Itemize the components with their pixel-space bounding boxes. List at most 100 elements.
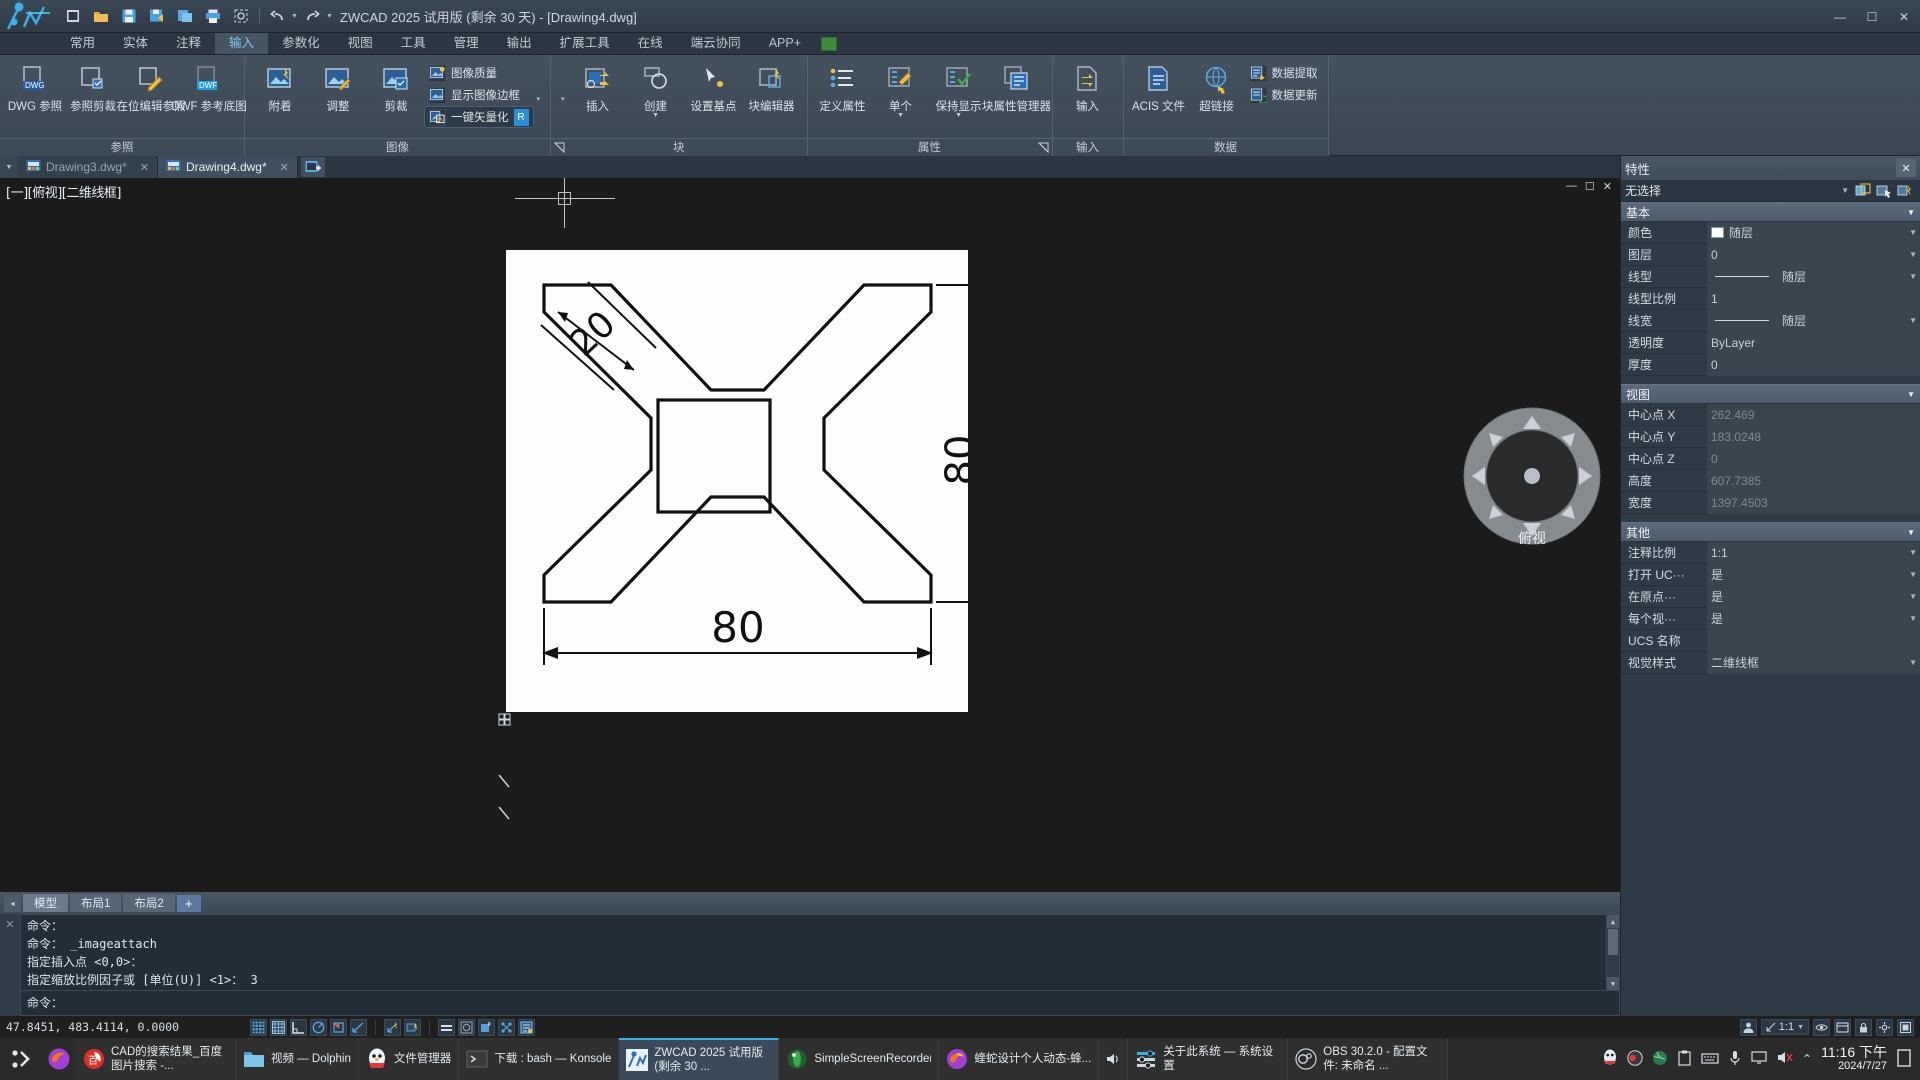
layout-tab-bar[interactable]: ◂ 模型 布局1 布局2 +	[0, 892, 1620, 914]
ribbon-tab-8[interactable]: 输出	[493, 33, 546, 54]
taskbar-item-1[interactable]: 视频 — Dolphin	[236, 1038, 359, 1080]
ribbon-small-button-data-update[interactable]: 数据更新	[1246, 85, 1322, 105]
viewport-close[interactable]: ✕	[1603, 180, 1612, 193]
qq-tray-icon[interactable]	[1602, 1049, 1618, 1069]
ribbon-button-hyperlink[interactable]: 超链接	[1188, 59, 1246, 113]
new-document-button[interactable]	[300, 157, 325, 177]
ribbon-tab-0[interactable]: 常用	[56, 33, 109, 54]
scroll-down-icon[interactable]: ▼	[1607, 977, 1619, 990]
annotation-monitor-icon[interactable]	[518, 1018, 535, 1036]
redo-icon[interactable]	[300, 4, 326, 28]
ribbon-tab-6[interactable]: 工具	[387, 33, 440, 54]
viewport-controls[interactable]: — ☐ ✕	[1566, 180, 1612, 193]
group-collapse-icon[interactable]: ▼	[1907, 528, 1915, 537]
property-value[interactable]: 是 ▼	[1707, 607, 1920, 630]
chevron-up-icon[interactable]: ⌃	[1802, 1052, 1812, 1066]
open-file-icon[interactable]	[88, 4, 114, 28]
new-file-icon[interactable]	[60, 4, 86, 28]
property-value[interactable]: 二维线框 ▼	[1707, 651, 1920, 674]
value-dropdown-caret-icon[interactable]: ▼	[1909, 614, 1917, 623]
taskbar-item-8[interactable]: OBS 30.2.0 - 配置文件: 未命名 ...	[1288, 1038, 1449, 1080]
property-value[interactable]: 是 ▼	[1707, 563, 1920, 586]
property-value[interactable]: 183.0248	[1707, 425, 1920, 448]
taskbar-item-0[interactable]: 百 CAD的搜索结果_百度图片搜索 -...	[76, 1038, 236, 1080]
select-objects-icon[interactable]	[1874, 181, 1895, 200]
ribbon-tab-3[interactable]: 输入	[215, 33, 269, 54]
pickadd-icon[interactable]	[1895, 181, 1916, 200]
ribbon-button-reference-clip[interactable]: 参照剪裁	[64, 59, 122, 113]
undo-icon[interactable]	[265, 4, 291, 28]
ribbon-button-acis-file[interactable]: ACIS 文件	[1130, 59, 1188, 113]
transparency-icon[interactable]	[458, 1018, 475, 1036]
ribbon-tab-strip[interactable]: 常用 实体 注释 输入 参数化 视图 工具 管理 输出 扩展工具 在线 端云协同 APP+	[0, 33, 1920, 55]
panel-flyout-icon[interactable]: ▾	[537, 95, 541, 103]
ribbon-button-set-base-point[interactable]: 设置基点	[685, 59, 743, 113]
command-input[interactable]: 命令：	[20, 991, 1620, 1016]
ribbon-tab-12[interactable]: APP+	[755, 33, 815, 54]
ribbon-tab-11[interactable]: 端云协同	[677, 33, 755, 54]
layout-nav-icon[interactable]: ◂	[4, 894, 21, 912]
taskbar-item-4[interactable]: ZWCAD 2025 试用版 (剩余 30 ...	[619, 1038, 780, 1080]
volume-muted-icon[interactable]	[1776, 1050, 1793, 1068]
ribbon-button-dwg-reference[interactable]: DWG DWG 参照	[6, 59, 64, 113]
ribbon-button-import[interactable]: 输入	[1059, 59, 1117, 113]
undo-dropdown-caret[interactable]: ▼	[291, 13, 298, 20]
document-tab-1[interactable]: Drawing4.dwg* ✕	[157, 156, 298, 178]
property-value[interactable]: 0	[1707, 353, 1920, 376]
value-dropdown-caret-icon[interactable]: ▼	[1909, 316, 1917, 325]
property-value[interactable]: 1:1 ▼	[1707, 541, 1920, 564]
layout-tab-1[interactable]: 布局1	[70, 894, 122, 912]
quick-select-icon[interactable]	[1853, 181, 1874, 200]
dynamic-ucs-icon[interactable]	[384, 1018, 401, 1036]
panel-dialog-launcher-icon[interactable]	[553, 141, 565, 154]
ribbon-panel-label[interactable]: 属性	[807, 138, 1052, 156]
object-snap-tracking-icon[interactable]	[350, 1018, 367, 1036]
document-tab-0[interactable]: Drawing3.dwg* ✕	[18, 156, 158, 178]
ribbon-tab-10[interactable]: 在线	[624, 33, 677, 54]
property-value[interactable]: 随层 ▼	[1707, 265, 1920, 288]
value-dropdown-caret-icon[interactable]: ▼	[1909, 658, 1917, 667]
taskbar-item-5[interactable]: SimpleScreenRecorder	[779, 1038, 940, 1080]
property-value[interactable]: 1	[1707, 287, 1920, 310]
viewport-minimize[interactable]: —	[1566, 180, 1577, 193]
scale-caret-icon[interactable]: ▼	[1797, 1024, 1804, 1031]
selection-row[interactable]: 无选择 ▼	[1621, 180, 1920, 202]
ribbon-small-button-vectorize[interactable]: 一键矢量化 R	[424, 106, 534, 128]
workspace-icon[interactable]	[1834, 1018, 1851, 1036]
keyboard-tray-icon[interactable]	[1701, 1051, 1719, 1068]
taskbar-item-2[interactable]: 文件管理器	[358, 1038, 460, 1080]
ortho-mode-icon[interactable]	[290, 1018, 307, 1036]
ribbon-tab-4[interactable]: 参数化	[268, 33, 334, 54]
clean-screen-icon[interactable]	[1897, 1018, 1914, 1036]
attached-image[interactable]: 20 80 80	[506, 250, 968, 712]
ribbon-button-single-attribute[interactable]: 单个 ▼	[872, 59, 930, 119]
command-scrollbar[interactable]: ▲ ▼	[1606, 915, 1619, 990]
ribbon-tab-7[interactable]: 管理	[440, 33, 493, 54]
earth-tray-icon[interactable]	[1652, 1050, 1668, 1069]
status-right-group[interactable]: 1:1 ▼	[1739, 1018, 1920, 1036]
maximize-button[interactable]: ☐	[1856, 0, 1888, 33]
properties-group-其他[interactable]: 其他 ▼	[1621, 522, 1920, 542]
annotation-scale[interactable]: 1:1 ▼	[1760, 1019, 1809, 1035]
object-snap-icon[interactable]	[330, 1018, 347, 1036]
view-cube[interactable]	[1462, 406, 1602, 546]
taskbar-item-7[interactable]: 关于此系统 — 系统设置	[1128, 1038, 1289, 1080]
ribbon-button-block-editor[interactable]: 块编辑器	[743, 59, 801, 113]
group-collapse-icon[interactable]: ▼	[1907, 390, 1915, 399]
property-value[interactable]: 607.7385	[1707, 469, 1920, 492]
dynamic-input-icon[interactable]	[404, 1018, 421, 1036]
clipboard-tray-icon[interactable]	[1677, 1050, 1692, 1069]
ribbon-small-button-image-frame[interactable]: 显示图像边框	[425, 85, 533, 105]
ribbon-tab-2[interactable]: 注释	[162, 33, 215, 54]
property-value[interactable]: 262.469	[1707, 403, 1920, 426]
ribbon-tab-extra-icon[interactable]	[821, 36, 837, 51]
person-icon[interactable]	[1739, 1018, 1757, 1036]
value-dropdown-caret-icon[interactable]: ▼	[1909, 228, 1917, 237]
export-icon[interactable]	[172, 4, 198, 28]
value-dropdown-caret-icon[interactable]: ▼	[1909, 548, 1917, 557]
ribbon-button-image-clip[interactable]: 剪裁	[367, 59, 425, 113]
viewport-label[interactable]: [一][俯视][二维线框]	[6, 182, 121, 201]
property-value[interactable]: 随层 ▼	[1707, 221, 1920, 244]
ribbon-button-image-attach[interactable]: 附着	[251, 59, 309, 113]
vectorize-badge-icon[interactable]: R	[513, 108, 529, 126]
